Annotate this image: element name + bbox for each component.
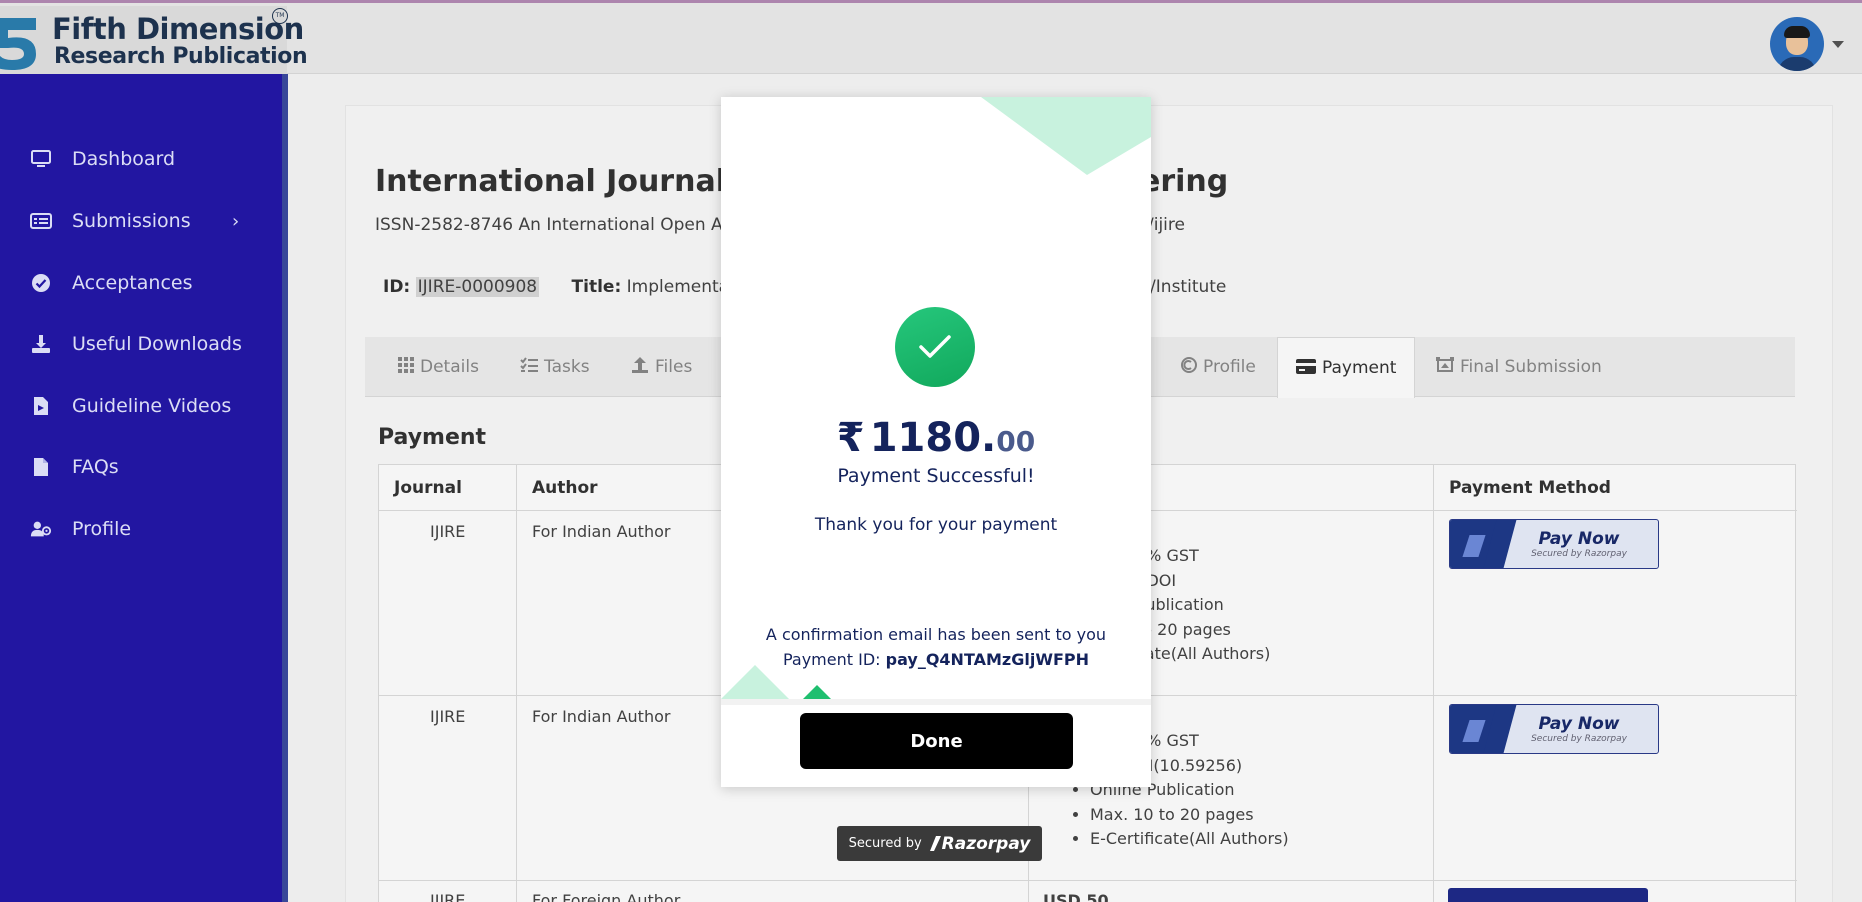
razorpay-brand: Razorpay [941,833,1031,854]
decorative-shape-bottom [721,665,831,699]
secured-by-label: Secured by [848,836,922,851]
decorative-shape-top [981,97,1151,175]
payment-id[interactable]: pay_Q4NTAMzGljWFPH [886,650,1089,669]
currency-symbol: ₹ [836,415,865,461]
secured-by-razorpay-badge: Secured by Razorpay [837,826,1042,861]
thanks-message: Thank you for your payment [814,515,1058,535]
payment-status: Payment Successful! [837,465,1035,487]
success-check-icon [895,307,975,387]
amount-main: 1180. [869,415,997,461]
done-button[interactable]: Done [800,713,1073,769]
confirmation-message: A confirmation email has been sent to yo… [765,625,1107,644]
payment-amount: ₹ 1180.00 [721,415,1151,461]
payment-success-modal: ₹ 1180.00 Payment Successful! Thank you … [721,97,1151,787]
amount-decimal: 00 [996,425,1036,458]
razorpay-logo: Razorpay [929,833,1031,854]
